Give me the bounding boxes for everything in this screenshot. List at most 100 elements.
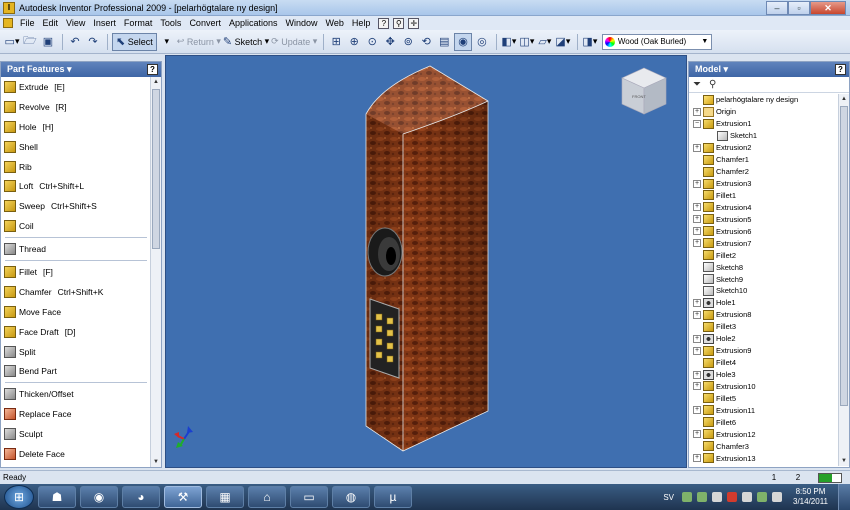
tree-node[interactable]: + Extrusion4: [689, 201, 839, 213]
feature-sculpt[interactable]: Sculpt: [1, 424, 151, 444]
expand-toggle-icon[interactable]: +: [693, 179, 701, 188]
zoom-all-button[interactable]: ⊞: [328, 33, 344, 51]
taskbar-app-network[interactable]: ⌂: [248, 486, 286, 508]
tree-node[interactable]: Chamfer2: [689, 166, 839, 178]
feature-sweep[interactable]: Sweep Ctrl+Shift+S: [1, 196, 151, 216]
taskbar-app-calculator[interactable]: ▦: [206, 486, 244, 508]
display-mode-button[interactable]: ▱ ▾: [537, 33, 553, 51]
expand-toggle-icon[interactable]: +: [693, 215, 701, 224]
graphics-window[interactable]: FRONT: [165, 55, 687, 468]
tree-node[interactable]: Chamfer1: [689, 154, 839, 166]
scroll-down-icon[interactable]: ▼: [151, 457, 161, 467]
ground-shadow-button[interactable]: ◪ ▾: [555, 33, 571, 51]
feature-coil[interactable]: Coil: [1, 216, 151, 236]
taskbar-app-explorer[interactable]: ▭: [290, 486, 328, 508]
tree-node[interactable]: + Extrusion9: [689, 345, 839, 357]
return-button[interactable]: ↩ Return ▾: [177, 33, 221, 51]
update-button[interactable]: ⟳ Update ▾: [271, 33, 317, 51]
pan-button[interactable]: ✥: [382, 33, 398, 51]
menu-applications[interactable]: Applications: [225, 18, 282, 28]
tree-node[interactable]: Fillet3: [689, 321, 839, 333]
tree-node[interactable]: Sketch10: [689, 285, 839, 297]
taskbar-app-inventor[interactable]: ⚒: [164, 486, 202, 508]
tray-app-icon[interactable]: [727, 492, 737, 502]
document-icon[interactable]: [3, 18, 13, 28]
tree-node[interactable]: + Origin: [689, 106, 839, 118]
tree-node[interactable]: + Extrusion3: [689, 178, 839, 190]
scroll-up-icon[interactable]: ▲: [151, 77, 161, 87]
feature-delete-face[interactable]: Delete Face: [1, 444, 151, 464]
panel-header[interactable]: Part Features ▾ ?: [1, 62, 161, 77]
tree-node[interactable]: Sketch1: [689, 130, 839, 142]
find-icon[interactable]: ⚲: [709, 79, 716, 90]
search-help-icon[interactable]: ⚲: [393, 17, 405, 29]
vertical-scrollbar[interactable]: ▲ ▼: [838, 94, 849, 466]
start-button[interactable]: ⊞: [4, 485, 34, 509]
material-select[interactable]: Wood (Oak Burled) ▼: [601, 33, 712, 50]
taskbar-app-chrome[interactable]: ◕: [122, 486, 160, 508]
menu-web[interactable]: Web: [322, 18, 348, 28]
menu-help[interactable]: Help: [348, 18, 375, 28]
feature-move-face[interactable]: Move Face: [1, 302, 151, 322]
expand-toggle-icon[interactable]: +: [693, 430, 701, 439]
zoom-button[interactable]: ⊙: [364, 33, 380, 51]
section-view-button[interactable]: ◫ ▾: [519, 33, 535, 51]
tree-node[interactable]: + Extrusion8: [689, 309, 839, 321]
orbit-button[interactable]: ⟲: [418, 33, 434, 51]
tree-node[interactable]: + Extrusion5: [689, 213, 839, 225]
tree-node[interactable]: + Extrusion12: [689, 428, 839, 440]
feature-replace-face[interactable]: Replace Face: [1, 404, 151, 424]
expand-toggle-icon[interactable]: +: [693, 239, 701, 248]
help-icon[interactable]: ?: [147, 64, 158, 75]
filter-icon[interactable]: ⏷: [693, 79, 701, 90]
scroll-up-icon[interactable]: ▲: [839, 94, 849, 104]
vertical-scrollbar[interactable]: ▲ ▼: [150, 77, 161, 467]
clock[interactable]: 8:50 PM 3/14/2011: [793, 487, 828, 507]
tree-node[interactable]: Fillet2: [689, 249, 839, 261]
menu-format[interactable]: Format: [120, 18, 157, 28]
terminal-plate[interactable]: [369, 298, 400, 379]
expand-toggle-icon[interactable]: +: [693, 406, 701, 415]
scroll-down-icon[interactable]: ▼: [839, 456, 849, 466]
menu-window[interactable]: Window: [281, 18, 321, 28]
feature-face-draft[interactable]: Face Draft [D]: [1, 322, 151, 342]
tree-node[interactable]: Fillet4: [689, 357, 839, 369]
expand-toggle-icon[interactable]: +: [693, 346, 701, 355]
feature-hole[interactable]: Hole [H]: [1, 117, 151, 137]
tree-node[interactable]: − Extrusion1: [689, 118, 839, 130]
expand-toggle-icon[interactable]: −: [693, 119, 701, 128]
taskbar-app-utorrent[interactable]: µ: [374, 486, 412, 508]
camera-button[interactable]: ◨ ▾: [582, 33, 598, 51]
expand-toggle-icon[interactable]: +: [693, 454, 701, 463]
scrollbar-thumb[interactable]: [840, 106, 848, 406]
inventor-app-icon[interactable]: I: [3, 1, 15, 14]
shaded-display-button[interactable]: ◉: [454, 32, 472, 51]
expand-toggle-icon[interactable]: +: [693, 370, 701, 379]
menu-insert[interactable]: Insert: [89, 18, 120, 28]
feature-chamfer[interactable]: Chamfer Ctrl+Shift+K: [1, 282, 151, 302]
tray-app-icon[interactable]: [682, 492, 692, 502]
language-indicator[interactable]: SV: [663, 493, 674, 502]
new-file-button[interactable]: ▭ ▾: [4, 33, 20, 51]
minimize-button[interactable]: –: [766, 0, 788, 15]
pin-icon[interactable]: ✛: [408, 17, 420, 29]
expand-toggle-icon[interactable]: +: [693, 107, 701, 116]
expand-toggle-icon[interactable]: +: [693, 298, 701, 307]
feature-thread[interactable]: Thread: [1, 239, 151, 259]
menu-tools[interactable]: Tools: [156, 18, 185, 28]
sketch-button[interactable]: ✎ Sketch ▾: [223, 33, 269, 51]
tree-node[interactable]: + Extrusion10: [689, 381, 839, 393]
feature-loft[interactable]: Loft Ctrl+Shift+L: [1, 176, 151, 196]
expand-toggle-icon[interactable]: +: [693, 143, 701, 152]
expand-toggle-icon[interactable]: +: [693, 227, 701, 236]
menu-convert[interactable]: Convert: [185, 18, 225, 28]
help-icon[interactable]: ?: [835, 64, 846, 75]
feature-fillet[interactable]: Fillet [F]: [1, 262, 151, 282]
view-cube[interactable]: FRONT: [621, 67, 667, 115]
volume-icon[interactable]: [772, 492, 782, 502]
feature-rib[interactable]: Rib: [1, 157, 151, 177]
tray-app-icon[interactable]: [712, 492, 722, 502]
feature-split[interactable]: Split: [1, 342, 151, 362]
tree-node[interactable]: + Extrusion2: [689, 142, 839, 154]
tree-node[interactable]: + Extrusion7: [689, 237, 839, 249]
